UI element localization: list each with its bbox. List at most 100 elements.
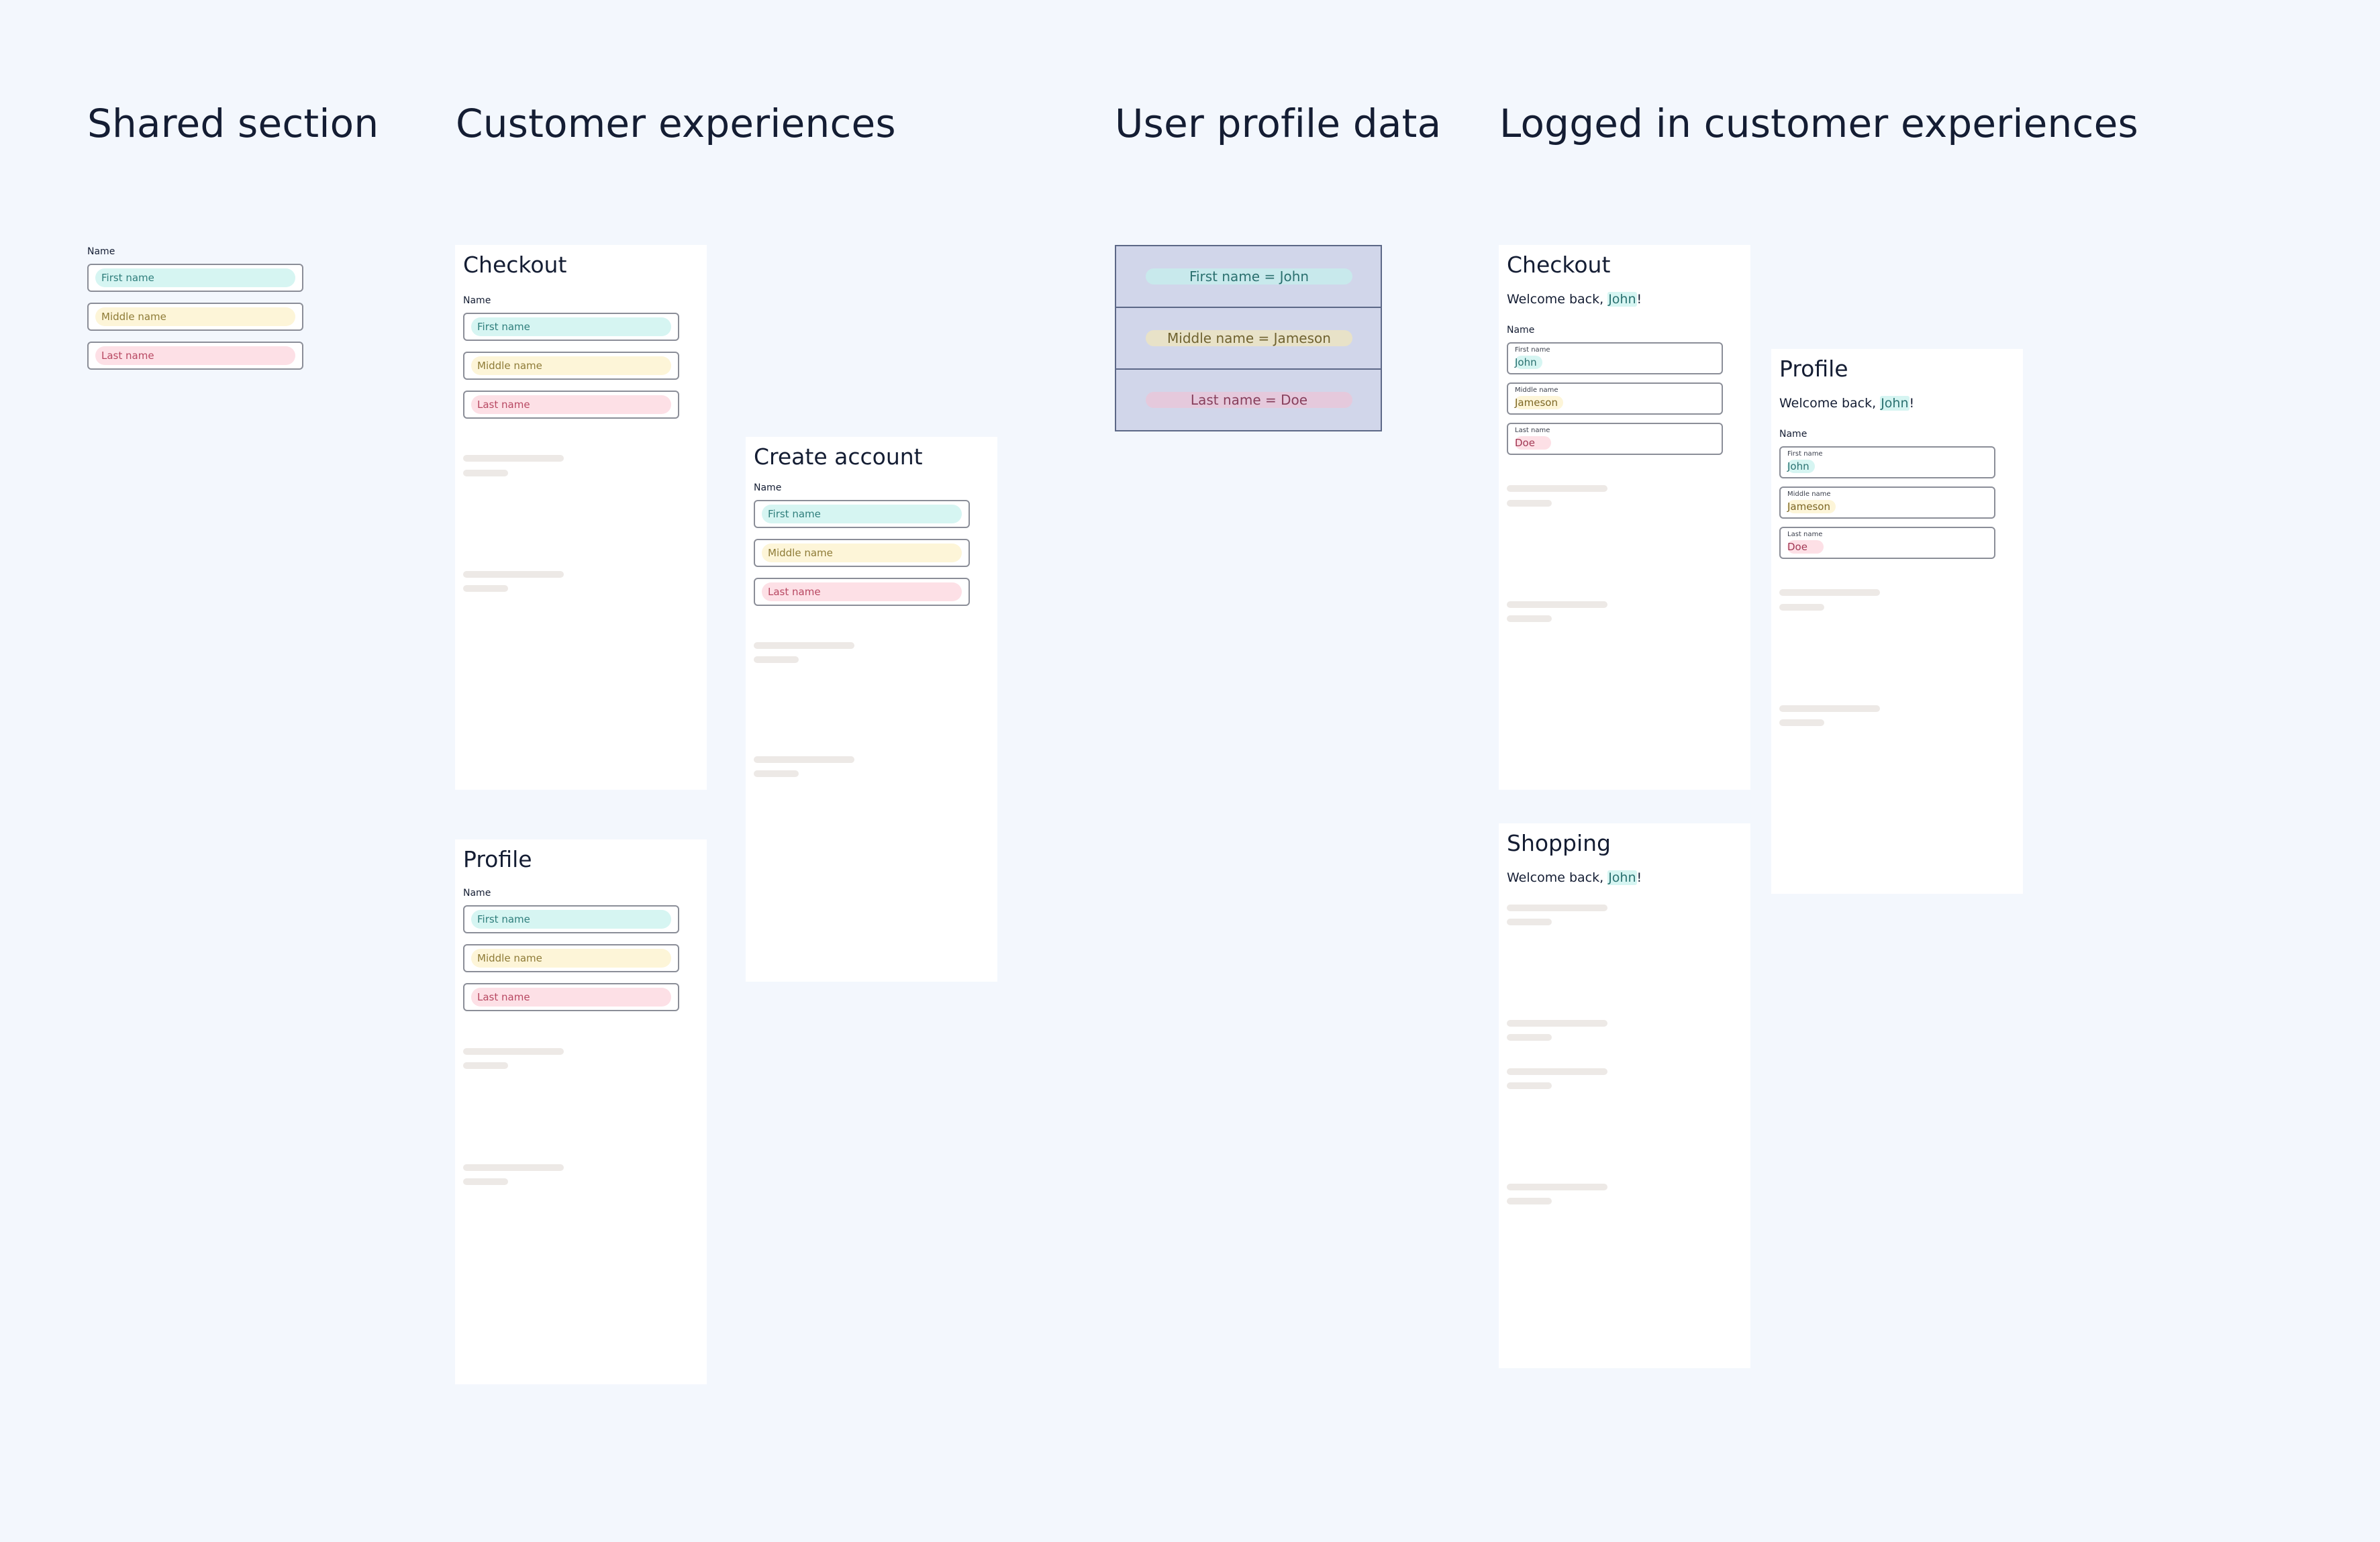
welcome-message: Welcome back, John! <box>1779 396 1915 411</box>
first-name-field[interactable]: First name <box>463 905 679 933</box>
profile-title: Profile <box>463 846 532 872</box>
logged-in-profile-card: Profile Welcome back, John! Name First n… <box>1771 349 2023 894</box>
profile-row-first-name: First name = John <box>1116 246 1381 308</box>
name-label: Name <box>87 246 115 257</box>
last-name-field[interactable]: Last name <box>754 578 970 606</box>
middle-name-field[interactable]: Middle name Jameson <box>1779 486 1995 519</box>
skeleton-line <box>1507 601 1607 608</box>
skeleton-line <box>754 656 799 663</box>
middle-name-label: Middle name <box>1515 387 1558 394</box>
profile-name-form: Name First name Middle name Last name <box>463 888 679 1011</box>
first-name-label: First name <box>1787 450 1823 458</box>
first-name-placeholder: First name <box>95 268 295 287</box>
last-name-label: Last name <box>1515 427 1550 434</box>
middle-name-field[interactable]: Middle name Jameson <box>1507 382 1723 415</box>
user-profile-data-box: First name = John Middle name = Jameson … <box>1115 245 1382 431</box>
skeleton-line <box>463 1164 564 1171</box>
first-name-placeholder: First name <box>762 505 962 523</box>
first-name-value: John <box>1787 460 1815 473</box>
last-name-placeholder: Last name <box>471 395 671 414</box>
last-name-field[interactable]: Last name <box>463 983 679 1011</box>
last-name-placeholder: Last name <box>471 988 671 1007</box>
checkout-name-form: Name First name Middle name Last name <box>463 295 679 419</box>
middle-name-field[interactable]: Middle name <box>87 303 303 331</box>
welcome-user-name: John <box>1607 870 1637 885</box>
middle-name-field[interactable]: Middle name <box>463 352 679 380</box>
first-name-field[interactable]: First name John <box>1779 446 1995 478</box>
name-label: Name <box>463 888 491 898</box>
skeleton-line <box>754 770 799 777</box>
profile-card: Profile Name First name Middle name Last… <box>455 839 707 1384</box>
skeleton-line <box>1507 1020 1607 1027</box>
middle-name-placeholder: Middle name <box>95 307 295 326</box>
skeleton-line <box>1507 1082 1552 1089</box>
middle-name-field[interactable]: Middle name <box>463 944 679 972</box>
logged-in-checkout-name-form: Name First name John Middle name Jameson… <box>1507 325 1723 455</box>
skeleton-line <box>1779 589 1880 596</box>
heading-shared-section: Shared section <box>87 101 379 146</box>
checkout-card: Checkout Name First name Middle name Las… <box>455 245 707 790</box>
heading-customer-experiences: Customer experiences <box>456 101 896 146</box>
shared-name-form: Name First name Middle name Last name <box>87 246 303 370</box>
skeleton-line <box>1507 500 1552 507</box>
last-name-placeholder: Last name <box>762 582 962 601</box>
last-name-field[interactable]: Last name <box>87 342 303 370</box>
first-name-field[interactable]: First name <box>463 313 679 341</box>
skeleton-line <box>1507 1034 1552 1041</box>
first-name-field[interactable]: First name <box>87 264 303 292</box>
last-name-field[interactable]: Last name Doe <box>1779 527 1995 559</box>
profile-middle-name-value: Middle name = Jameson <box>1146 330 1352 346</box>
first-name-placeholder: First name <box>471 910 671 929</box>
logged-in-profile-name-form: Name First name John Middle name Jameson… <box>1779 429 1995 559</box>
heading-user-profile-data: User profile data <box>1115 101 1442 146</box>
first-name-value: John <box>1515 356 1542 369</box>
skeleton-line <box>1507 615 1552 622</box>
create-account-card: Create account Name First name Middle na… <box>746 437 997 982</box>
first-name-label: First name <box>1515 346 1550 354</box>
middle-name-placeholder: Middle name <box>471 356 671 375</box>
profile-title: Profile <box>1779 356 1848 382</box>
skeleton-line <box>463 571 564 578</box>
profile-row-last-name: Last name = Doe <box>1116 370 1381 430</box>
profile-first-name-value: First name = John <box>1146 268 1352 285</box>
skeleton-line <box>1779 705 1880 712</box>
skeleton-line <box>1507 1184 1607 1190</box>
skeleton-line <box>463 1048 564 1055</box>
skeleton-line <box>1507 919 1552 925</box>
middle-name-label: Middle name <box>1787 491 1831 498</box>
name-label: Name <box>754 482 782 493</box>
welcome-user-name: John <box>1607 292 1637 307</box>
skeleton-line <box>463 1178 508 1185</box>
first-name-field[interactable]: First name John <box>1507 342 1723 374</box>
skeleton-line <box>463 585 508 592</box>
middle-name-placeholder: Middle name <box>762 544 962 562</box>
middle-name-field[interactable]: Middle name <box>754 539 970 567</box>
middle-name-placeholder: Middle name <box>471 949 671 968</box>
welcome-user-name: John <box>1880 396 1910 411</box>
checkout-title: Checkout <box>1507 252 1611 278</box>
skeleton-line <box>1779 604 1824 611</box>
heading-logged-in-experiences: Logged in customer experiences <box>1499 101 2138 146</box>
create-account-title: Create account <box>754 444 923 470</box>
profile-last-name-value: Last name = Doe <box>1146 392 1352 408</box>
skeleton-line <box>463 1062 508 1069</box>
first-name-field[interactable]: First name <box>754 500 970 528</box>
middle-name-value: Jameson <box>1515 396 1563 409</box>
last-name-field[interactable]: Last name Doe <box>1507 423 1723 455</box>
skeleton-line <box>1507 1068 1607 1075</box>
name-label: Name <box>1779 429 1807 440</box>
last-name-value: Doe <box>1515 436 1551 450</box>
name-label: Name <box>1507 325 1535 336</box>
skeleton-line <box>1507 905 1607 911</box>
last-name-field[interactable]: Last name <box>463 391 679 419</box>
skeleton-line <box>754 642 854 649</box>
logged-in-checkout-card: Checkout Welcome back, John! Name First … <box>1499 245 1750 790</box>
shopping-title: Shopping <box>1507 830 1611 856</box>
skeleton-line <box>1507 1198 1552 1204</box>
skeleton-line <box>754 756 854 763</box>
profile-row-middle-name: Middle name = Jameson <box>1116 308 1381 370</box>
last-name-label: Last name <box>1787 531 1823 538</box>
last-name-placeholder: Last name <box>95 346 295 365</box>
welcome-message: Welcome back, John! <box>1507 292 1642 307</box>
last-name-value: Doe <box>1787 540 1824 554</box>
